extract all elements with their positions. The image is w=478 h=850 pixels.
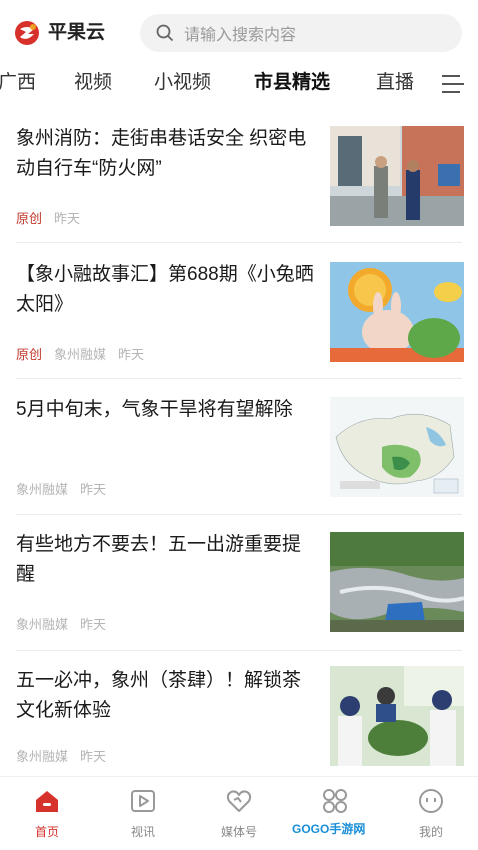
news-thumbnail-image[interactable] — [330, 532, 464, 632]
profile-icon — [419, 789, 443, 813]
services-icon — [323, 789, 347, 813]
nav-media[interactable]: 媒体号 — [204, 787, 274, 840]
news-title[interactable]: 有些地方不要去！五一出游重要提醒 — [16, 530, 318, 590]
news-item[interactable]: 【象小融故事汇】第688期《小兔晒太阳》 原创 象州融媒 昨天 — [0, 260, 478, 396]
divider — [16, 242, 462, 243]
news-time: 昨天 — [80, 617, 107, 632]
news-thumbnail-image[interactable] — [330, 262, 464, 362]
search-placeholder[interactable]: 请输入搜索内容 — [184, 21, 296, 45]
news-thumbnail-image[interactable] — [330, 397, 464, 497]
news-time: 昨天 — [80, 749, 107, 764]
nav-profile-label: 我的 — [418, 825, 443, 839]
brand-name: 平果云 — [48, 22, 106, 43]
news-meta: 象州融媒 昨天 — [16, 614, 106, 633]
tab-short-video[interactable]: 小视频 — [154, 70, 211, 96]
nav-video[interactable]: 视讯 — [108, 787, 178, 840]
news-item[interactable]: 象州消防：走街串巷话安全 织密电动自行车“防火网” 原创 昨天 — [0, 124, 478, 260]
nav-services[interactable] — [300, 787, 370, 823]
nav-home-label: 首页 — [34, 825, 59, 839]
tab-live[interactable]: 直播 — [376, 70, 414, 96]
search-icon — [156, 24, 174, 42]
app-logo-icon — [15, 21, 39, 45]
watermark: GOGO手游网 — [292, 822, 366, 836]
news-time: 昨天 — [54, 211, 81, 226]
original-tag: 原创 — [16, 347, 43, 362]
news-item[interactable]: 有些地方不要去！五一出游重要提醒 象州融媒 昨天 — [0, 530, 478, 666]
bottom-navigation: 首页 视讯 媒体号 我的 — [0, 776, 478, 850]
nav-video-label: 视讯 — [130, 825, 155, 839]
divider — [16, 514, 462, 515]
nav-profile[interactable]: 我的 — [396, 787, 466, 840]
news-item[interactable]: 5月中旬末，气象干旱将有望解除 象州融媒 昨天 — [0, 395, 478, 531]
news-time: 昨天 — [80, 482, 107, 497]
news-thumbnail-image[interactable] — [330, 666, 464, 766]
news-meta: 象州融媒 昨天 — [16, 746, 106, 765]
news-source: 象州融媒 — [16, 482, 69, 497]
channel-menu-icon[interactable] — [442, 75, 464, 93]
tab-guangxi[interactable]: 广西 — [0, 70, 36, 96]
news-source: 象州融媒 — [16, 617, 69, 632]
heart-icon — [226, 790, 252, 812]
news-title[interactable]: 象州消防：走街串巷话安全 织密电动自行车“防火网” — [16, 124, 318, 184]
divider — [16, 650, 462, 651]
news-thumbnail-image[interactable] — [330, 126, 464, 226]
original-tag: 原创 — [16, 211, 43, 226]
video-icon — [131, 790, 155, 812]
news-source: 象州融媒 — [16, 749, 69, 764]
news-source: 象州融媒 — [54, 347, 107, 362]
tab-video[interactable]: 视频 — [74, 70, 112, 96]
nav-home[interactable]: 首页 — [12, 787, 82, 840]
nav-media-label: 媒体号 — [220, 825, 257, 839]
channel-tabs: 广西 视频 小视频 市县精选 直播 — [0, 62, 478, 106]
home-icon — [36, 791, 58, 812]
search-bar[interactable]: 请输入搜索内容 — [140, 14, 462, 52]
news-title[interactable]: 5月中旬末，气象干旱将有望解除 — [16, 395, 318, 425]
news-title[interactable]: 【象小融故事汇】第688期《小兔晒太阳》 — [16, 260, 318, 320]
news-meta: 原创 象州融媒 昨天 — [16, 344, 144, 363]
tab-county-picks[interactable]: 市县精选 — [254, 70, 330, 96]
news-meta: 象州融媒 昨天 — [16, 479, 106, 498]
app-header: 平果云 请输入搜索内容 — [0, 0, 478, 62]
news-title[interactable]: 五一必冲，象州（茶肆）！解锁茶文化新体验 — [16, 666, 318, 726]
news-meta: 原创 昨天 — [16, 208, 80, 227]
news-time: 昨天 — [118, 347, 145, 362]
divider — [16, 378, 462, 379]
